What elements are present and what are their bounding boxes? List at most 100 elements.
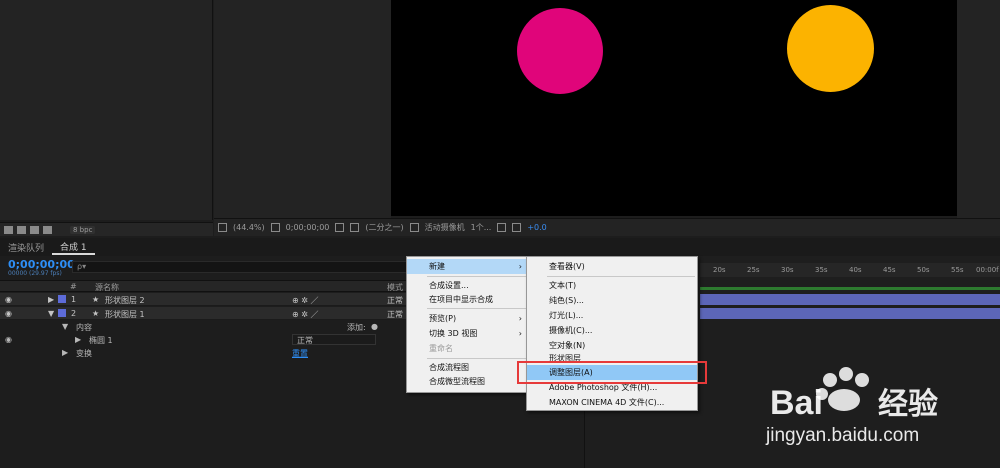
watermark-url: jingyan.baidu.com (766, 425, 920, 446)
time-ruler[interactable]: 20s 25s 30s 35s 40s 45s 50s 55s 00:00f (700, 263, 1000, 277)
region-icon[interactable] (409, 223, 419, 232)
ruler-tick: 55s (951, 266, 964, 274)
viewer-toolbar: (44.4%) 0;00;00;00 (二分之一) 活动摄像机 1个... +0… (214, 218, 1000, 236)
col-mode: 模式 (387, 283, 403, 292)
collapse-arrow-icon[interactable]: ▼ (48, 309, 54, 318)
eye-icon[interactable]: ◉ (5, 295, 12, 304)
submenu-arrow-icon: › (518, 329, 522, 338)
menu-item-camera[interactable]: 摄像机(C)... (527, 323, 592, 338)
menu-item-comp-flowchart[interactable]: 合成流程图 (407, 360, 469, 375)
camera-select[interactable]: 活动摄像机 (425, 222, 465, 233)
star-icon: ★ (92, 309, 100, 318)
ruler-tick: 35s (815, 266, 828, 274)
star-icon: ★ (92, 295, 100, 304)
context-menu: 新建 › 合成设置... 在项目中显示合成 预览(P) › 切换 3D 视图 ›… (406, 256, 529, 393)
project-toolbar: 8 bpc (0, 222, 213, 236)
ruler-tick: 00:00f (976, 266, 999, 274)
ruler-tick: 20s (713, 266, 726, 274)
menu-item-label: 切换 3D 视图 (429, 329, 478, 338)
menu-item-rename: 重命名 (429, 344, 453, 353)
new-submenu: 查看器(V) 文本(T) 纯色(S)... 灯光(L)... 摄像机(C)...… (526, 256, 698, 411)
menu-item-mini-flowchart[interactable]: 合成微型流程图 (407, 374, 485, 389)
camera-snapshot-icon[interactable] (335, 223, 345, 232)
switches-icon[interactable]: ⊕ ✲ ／ (292, 309, 319, 320)
exposure-value[interactable]: +0.0 (527, 223, 546, 232)
pink-circle[interactable] (517, 8, 603, 94)
work-area-bar[interactable] (700, 287, 1000, 290)
contents-label: 内容 (76, 323, 92, 332)
expand-arrow-icon[interactable]: ▶ (62, 348, 68, 357)
layer-name[interactable]: 形状图层 2 (105, 295, 145, 306)
layer-duration-bar[interactable] (700, 294, 1000, 305)
menu-item-light[interactable]: 灯光(L)... (527, 308, 583, 323)
layer-duration-bar[interactable] (700, 308, 1000, 319)
fps-label: 00000 (29.97 fps) (8, 270, 62, 277)
zoom-select[interactable]: (44.4%) (233, 223, 265, 232)
magnify-icon[interactable] (218, 223, 227, 232)
svg-text:经验: 经验 (878, 387, 938, 422)
layer-search-input[interactable]: ρ▾ (72, 261, 412, 273)
fast-preview-icon[interactable] (497, 223, 507, 232)
menu-item-comp-settings[interactable]: 合成设置... (407, 278, 469, 293)
layer-mode[interactable]: 正常 (387, 295, 403, 306)
tab-comp-1[interactable]: 合成 1 (52, 240, 95, 255)
layer-mode[interactable]: 正常 (387, 309, 403, 320)
eye-icon[interactable]: ◉ (5, 335, 12, 344)
add-icon[interactable]: ● (371, 322, 378, 331)
layer-label-color[interactable] (58, 295, 66, 303)
ruler-tick: 40s (849, 266, 862, 274)
baidu-watermark-logo: Bai 经验 (770, 367, 938, 422)
menu-separator (427, 276, 526, 277)
views-select[interactable]: 1个... (471, 222, 492, 233)
menu-item-cinema4d-file[interactable]: MAXON CINEMA 4D 文件(C)... (527, 395, 664, 410)
resolution-select[interactable]: (二分之一) (365, 222, 403, 233)
tab-render-queue[interactable]: 渲染队列 (0, 241, 52, 254)
ruler-tick: 50s (917, 266, 930, 274)
col-hash: # (70, 282, 77, 291)
viewer-timecode[interactable]: 0;00;00;00 (286, 223, 330, 232)
new-comp-icon[interactable] (30, 225, 39, 234)
timeline-tabs: 渲染队列 合成 1 (0, 238, 1000, 256)
menu-item-preview[interactable]: 预览(P) › (407, 311, 528, 326)
orange-circle[interactable] (787, 5, 874, 92)
submenu-arrow-icon: › (518, 262, 522, 271)
svg-text:Bai: Bai (770, 384, 823, 422)
composition-viewer[interactable] (391, 0, 957, 216)
ellipse-label: 椭圆 1 (89, 336, 113, 345)
interpret-footage-icon[interactable] (4, 225, 13, 234)
layer-label-color[interactable] (58, 309, 66, 317)
grid-icon[interactable] (270, 223, 280, 232)
menu-item-solid[interactable]: 纯色(S)... (527, 293, 584, 308)
col-source-name: 源名称 (95, 283, 119, 292)
ruler-tick: 25s (747, 266, 760, 274)
menu-item-reveal-comp[interactable]: 在项目中显示合成 (407, 292, 493, 307)
switches-icon[interactable]: ⊕ ✲ ／ (292, 295, 319, 306)
layer-number: 2 (71, 309, 77, 318)
new-folder-icon[interactable] (17, 225, 26, 234)
add-label[interactable]: 添加: (347, 322, 366, 333)
expand-arrow-icon[interactable]: ▶ (75, 335, 81, 344)
trash-icon[interactable] (43, 225, 52, 234)
layer-number: 1 (71, 295, 77, 304)
effects-panel (214, 0, 391, 220)
menu-item-new[interactable]: 新建 › (407, 259, 528, 274)
expand-arrow-icon[interactable]: ▶ (48, 295, 54, 304)
flowchart-icon[interactable] (512, 223, 522, 232)
menu-item-viewer[interactable]: 查看器(V) (527, 259, 585, 274)
reset-link[interactable]: 重置 (292, 348, 308, 359)
color-channels-icon[interactable] (350, 223, 360, 232)
ruler-tick: 30s (781, 266, 794, 274)
transform-label: 变换 (76, 349, 92, 358)
menu-item-switch-3d-view[interactable]: 切换 3D 视图 › (407, 326, 528, 341)
info-panel (957, 0, 1000, 220)
layer-name[interactable]: 形状图层 1 (105, 309, 145, 320)
ellipse-mode-select[interactable]: 正常 (292, 334, 376, 345)
collapse-arrow-icon[interactable]: ▼ (62, 322, 68, 331)
menu-separator (427, 358, 526, 359)
menu-separator (547, 276, 695, 277)
highlight-frame (517, 361, 707, 384)
eye-icon[interactable]: ◉ (5, 309, 12, 318)
menu-item-text[interactable]: 文本(T) (527, 278, 576, 293)
submenu-arrow-icon: › (518, 314, 522, 323)
bit-depth-button[interactable]: 8 bpc (70, 225, 96, 234)
